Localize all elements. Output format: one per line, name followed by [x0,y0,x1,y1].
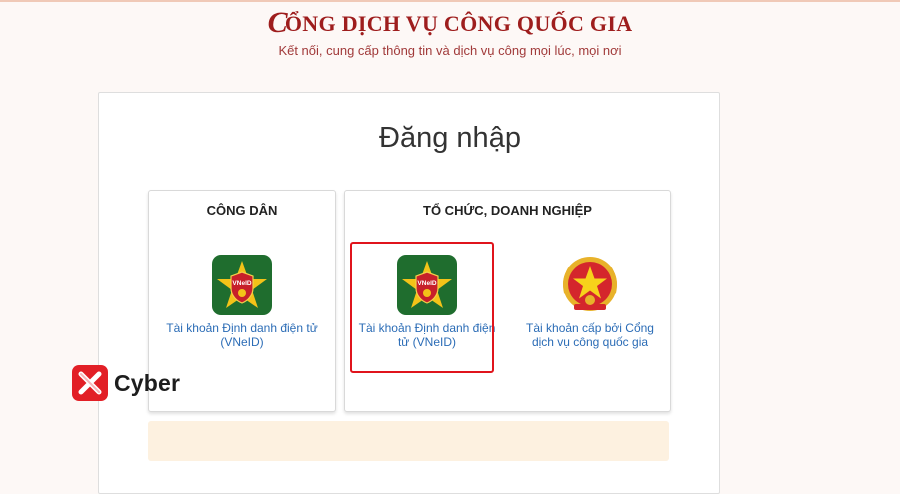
national-emblem-icon [563,257,617,311]
vneid-badge-text: VNeID [417,280,436,287]
vneid-badge-text: VNeID [232,280,251,287]
site-title[interactable]: CỔNG DỊCH VỤ CÔNG QUỐC GIA [0,6,900,40]
citizen-vneid-login-option[interactable]: VNeID Tài khoản Định danh điện tử (VNeID… [159,255,325,349]
citizen-vneid-label: Tài khoản Định danh điện tử (VNeID) [166,321,318,349]
organization-panel: TỔ CHỨC, DOANH NGHIỆP VNeID Tài khoản Đị… [344,190,671,412]
vneid-shield-icon: VNeID [397,255,457,315]
vneid-shield-icon: VNeID [212,255,272,315]
organization-portal-login-option[interactable]: Tài khoản cấp bởi Cổng dịch vụ công quốc… [517,255,663,349]
organization-heading: TỔ CHỨC, DOANH NGHIỆP [423,203,592,218]
organization-portal-label: Tài khoản cấp bởi Cổng dịch vụ công quốc… [526,321,654,349]
watermark-text: Cyber [114,369,181,396]
site-title-text: ỔNG DỊCH VỤ CÔNG QUỐC GIA [284,11,633,36]
citizen-heading: CÔNG DÂN [206,203,278,218]
cyber-watermark: Cyber [72,364,180,402]
login-title: Đăng nhập [379,122,521,154]
cyber-logo-icon [72,365,108,401]
organization-vneid-label: Tài khoản Định danh điện tử (VNeID) [358,321,496,349]
site-subtitle: Kết nối, cung cấp thông tin và dịch vụ c… [278,43,622,58]
top-border [0,0,900,2]
organization-vneid-login-option[interactable]: VNeID Tài khoản Định danh điện tử (VNeID… [357,255,497,349]
notice-box [148,421,669,461]
